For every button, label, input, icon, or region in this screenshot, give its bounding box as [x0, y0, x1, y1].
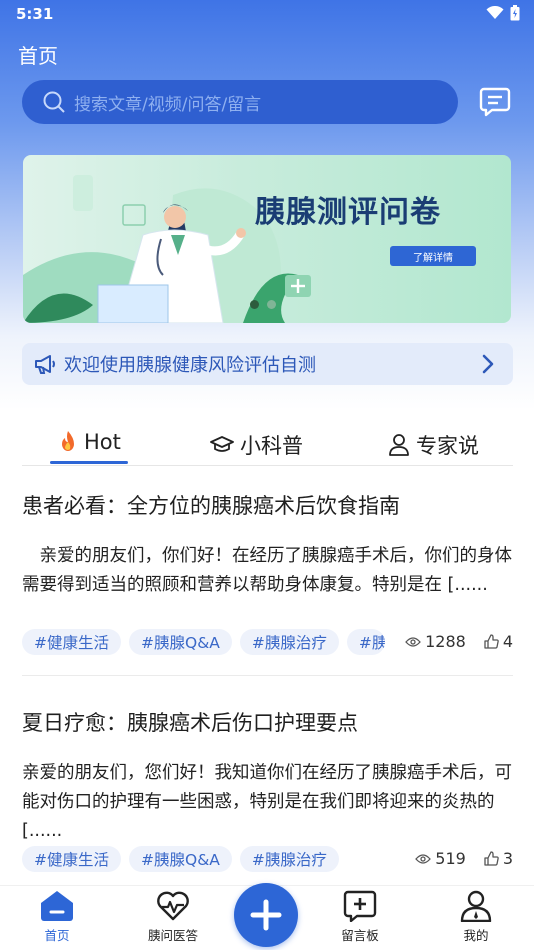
page-title: 首页 [18, 44, 58, 68]
chat-icon [479, 87, 511, 117]
tab-hot[interactable]: Hot [58, 430, 121, 454]
nav-profile-label: 我的 [463, 928, 489, 943]
nav-profile[interactable]: 我的 [436, 890, 516, 944]
heart-pulse-icon [157, 891, 189, 921]
carousel-dot-active [250, 300, 259, 309]
banner-carousel[interactable]: 胰腺测评问卷 [23, 155, 511, 323]
view-count: 519 [435, 849, 466, 868]
article-divider [22, 675, 513, 676]
tag-chip[interactable]: #胰腺治疗 [239, 846, 339, 872]
search-bar[interactable]: 搜索文章/视频/问答/留言 [22, 80, 458, 124]
tag-chip[interactable]: #胰腺Q&A [129, 629, 232, 655]
status-bar: 5:31 [0, 0, 534, 28]
thumbs-up-icon [484, 851, 499, 866]
message-button[interactable] [478, 84, 512, 118]
nav-consult-label: 胰问医答 [147, 928, 198, 943]
article-title: 患者必看：全方位的胰腺癌术后饮食指南 [22, 494, 400, 518]
tab-expert-label: 专家说 [416, 434, 479, 458]
tab-hot-label: Hot [84, 430, 121, 454]
banner-title: 胰腺测评问卷 [255, 195, 441, 230]
tag-chip[interactable]: #健康生活 [22, 846, 121, 872]
article-excerpt: 亲爱的朋友们，您们好！我知道你们在经历了胰腺癌手术后，可能对伤口的护理有一些困惑… [22, 763, 512, 841]
carousel-dot [267, 300, 276, 309]
tag-chip[interactable]: #胰 [346, 629, 385, 655]
graduation-cap-icon [210, 436, 234, 452]
article-card[interactable]: 夏日疗愈：胰腺癌术后伤口护理要点 亲爱的朋友们，您们好！我知道你们在经历了胰腺癌… [22, 707, 513, 872]
nav-message-board[interactable]: 留言板 [320, 890, 400, 944]
tag-chip[interactable]: #健康生活 [22, 629, 121, 655]
doctor-illustration [23, 175, 311, 323]
carousel-indicator [250, 300, 276, 309]
article-title: 夏日疗愈：胰腺癌术后伤口护理要点 [22, 711, 358, 735]
message-plus-icon [343, 890, 377, 922]
nav-consult[interactable]: 胰问医答 [133, 890, 213, 944]
profile-icon [460, 890, 492, 922]
eye-icon [415, 853, 432, 864]
tab-science-label: 小科普 [240, 434, 303, 458]
megaphone-icon [35, 355, 55, 374]
tab-science[interactable]: 小科普 [210, 430, 303, 460]
tag-chip[interactable]: #胰腺Q&A [129, 846, 232, 872]
notice-bar[interactable]: 欢迎使用胰腺健康风险评估自测 [22, 343, 513, 385]
search-placeholder: 搜索文章/视频/问答/留言 [74, 94, 262, 115]
notice-text: 欢迎使用胰腺健康风险评估自测 [64, 355, 316, 376]
status-time: 5:31 [16, 5, 54, 23]
eye-icon [405, 636, 421, 647]
status-icons [486, 5, 520, 21]
tag-chip[interactable]: #胰腺治疗 [239, 629, 339, 655]
category-tabs: Hot 小科普 专家说 [22, 428, 513, 466]
fire-icon [62, 431, 74, 451]
tab-active-indicator [50, 461, 128, 464]
tab-expert[interactable]: 专家说 [388, 430, 479, 460]
add-post-button[interactable] [234, 883, 298, 947]
search-icon [43, 91, 65, 113]
nav-home-label: 首页 [44, 928, 70, 943]
article-tags: #健康生活 #胰腺Q&A #胰腺治疗 [22, 846, 339, 872]
like-count: 3 [502, 849, 513, 868]
thumbs-up-icon [484, 634, 499, 649]
wifi-icon [486, 6, 504, 19]
plus-icon [250, 899, 282, 931]
article-excerpt: 亲爱的朋友们，你们好！在经历了胰腺癌手术后，你们的身体需要得到适当的照顾和营养以… [22, 546, 512, 595]
home-icon [41, 891, 73, 921]
like-count: 4 [502, 632, 513, 651]
chevron-right-icon [482, 354, 494, 374]
article-card[interactable]: 患者必看：全方位的胰腺癌术后饮食指南 亲爱的朋友们，你们好！在经历了胰腺癌手术后… [22, 490, 513, 655]
view-count: 1288 [425, 632, 466, 651]
article-tags: #健康生活 #胰腺Q&A #胰腺治疗 #胰 [22, 629, 385, 655]
battery-icon [510, 5, 520, 21]
nav-home[interactable]: 首页 [17, 890, 97, 944]
article-stats: 519 3 [415, 849, 513, 868]
article-stats: 1288 4 [405, 632, 513, 651]
banner-detail-button[interactable]: 了解详情 [390, 246, 476, 266]
nav-message-board-label: 留言板 [341, 928, 379, 943]
user-icon [389, 434, 409, 456]
